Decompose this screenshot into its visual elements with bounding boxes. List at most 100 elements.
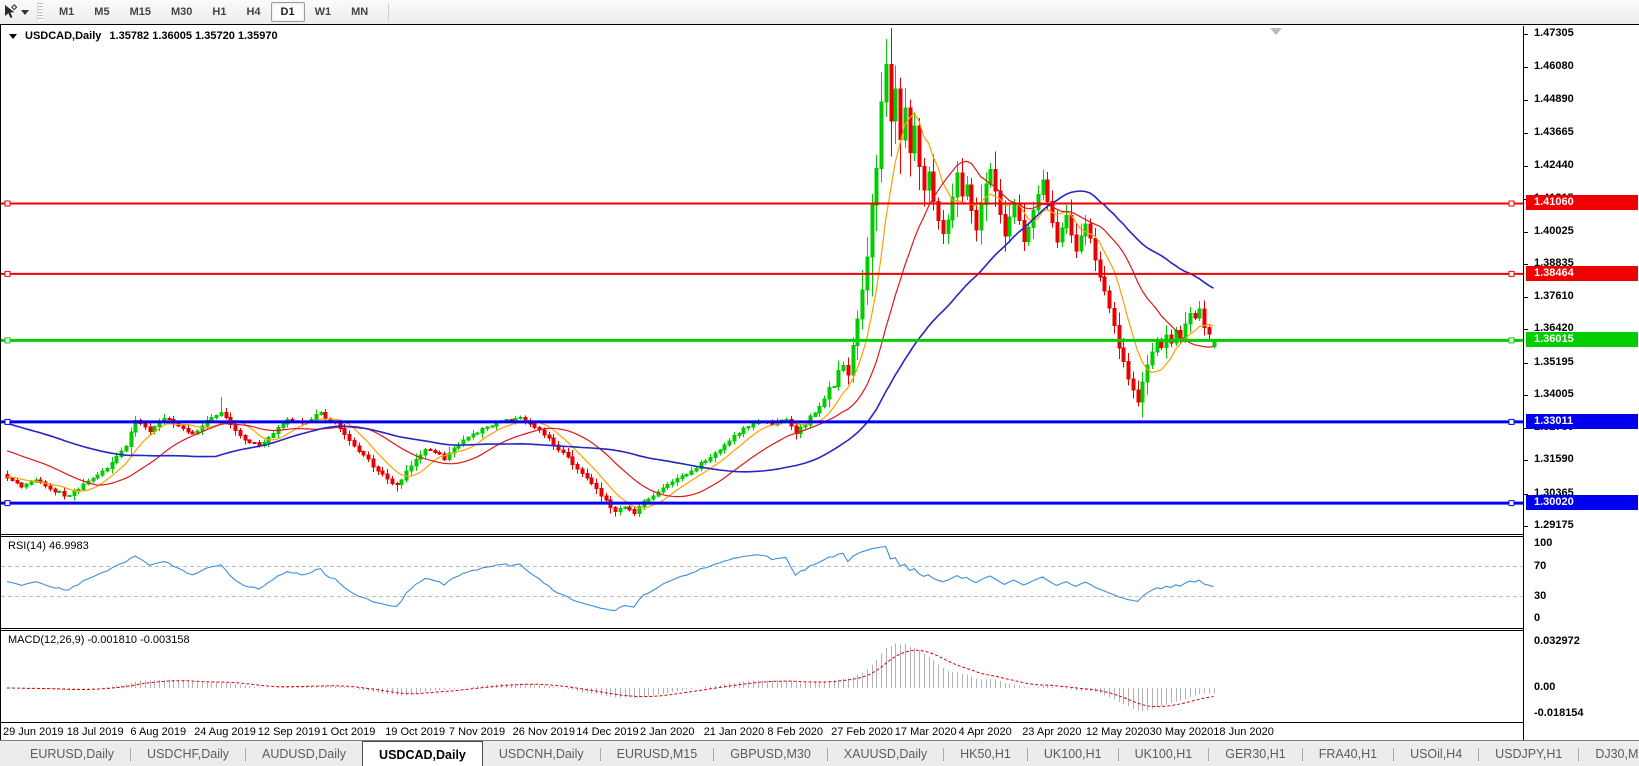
date-label: 27 Feb 2020 [831, 726, 893, 738]
chart-tab-usoil-h4[interactable]: USOil,H4 [1394, 741, 1478, 766]
chart-window: USDCAD,Daily 1.35782 1.36005 1.35720 1.3… [0, 24, 1639, 741]
axis-tick [1524, 526, 1528, 527]
chart-symbol-label: USDCAD,Daily [25, 30, 102, 42]
date-label: 30 May 2020 [1149, 726, 1214, 738]
axis-tick [1524, 264, 1528, 265]
hline-anchor[interactable] [4, 418, 11, 425]
date-label: 6 Aug 2019 [130, 726, 187, 738]
chart-tab-xauusd-daily[interactable]: XAUUSD,Daily [828, 741, 943, 766]
hline-anchor[interactable] [1508, 337, 1515, 344]
chart-tab-usdchf-daily[interactable]: USDCHF,Daily [131, 741, 245, 766]
timeframe-button-mn[interactable]: MN [341, 2, 378, 22]
hline-anchor[interactable] [4, 500, 11, 507]
price-tick-label: 1.34005 [1534, 388, 1574, 400]
pointer-tool-dropdown-icon[interactable] [21, 9, 29, 15]
date-label: 17 Mar 2020 [894, 726, 957, 738]
mt4-terminal: M1 M5 M15 M30 H1 H4 D1 W1 MN USDCAD,Daily 1.3578… [0, 0, 1639, 766]
hline-anchor[interactable] [4, 270, 11, 277]
macd-pane[interactable]: MACD(12,26,9) -0.001810 -0.003158 [1, 631, 1523, 722]
timeframe-button-m15[interactable]: M15 [120, 2, 161, 22]
chart-tab-usdcnh-daily[interactable]: USDCNH,Daily [483, 741, 600, 766]
axis-tick [1524, 67, 1528, 68]
hline-anchor[interactable] [4, 337, 11, 344]
level-price-box: 1.30020 [1526, 495, 1638, 510]
chart-title: USDCAD,Daily 1.35782 1.36005 1.35720 1.3… [9, 30, 278, 42]
rsi-axis-label: 0 [1534, 612, 1541, 624]
chart-tab-dj30-m15[interactable]: DJ30,M15 [1579, 741, 1639, 766]
price-tick-label: 1.46080 [1534, 60, 1574, 72]
candles [5, 27, 1217, 517]
candlestick-canvas [1, 27, 1523, 517]
hline-anchor[interactable] [1508, 418, 1515, 425]
date-axis: 29 Jun 2019 18 Jul 2019 6 Aug 2019 24 Aug 2… [1, 722, 1523, 741]
chart-tab-uk100-h1[interactable]: UK100,H1 [1028, 741, 1118, 766]
price-tick-label: 1.43665 [1534, 126, 1574, 138]
macd-canvas [7, 643, 1215, 712]
date-label: 21 Jan 2020 [703, 726, 765, 738]
macd-axis-label: -0.018154 [1534, 707, 1584, 719]
collapse-triangle-icon[interactable] [9, 33, 17, 39]
macd-signal-line [7, 649, 1214, 708]
chart-tab-hk50-h1[interactable]: HK50,H1 [944, 741, 1027, 766]
date-label: 18 Jul 2019 [66, 726, 124, 738]
chart-tabs: EURUSD,Daily USDCHF,Daily AUDUSD,Daily USDC… [0, 741, 1639, 766]
timeframe-button-w1[interactable]: W1 [305, 2, 342, 22]
timeframe-button-h4[interactable]: H4 [236, 2, 270, 22]
chart-shift-marker-icon[interactable] [1270, 28, 1282, 35]
price-tick-label: 1.35195 [1534, 356, 1574, 368]
price-tick-label: 1.40025 [1534, 225, 1574, 237]
date-label: 26 Nov 2019 [512, 726, 575, 738]
axis-tick [1524, 34, 1528, 35]
date-label: 29 Jun 2019 [3, 726, 64, 738]
date-label: 7 Nov 2019 [448, 726, 506, 738]
rsi-axis-label: 70 [1534, 560, 1547, 572]
price-tick-label: 1.31590 [1534, 453, 1574, 465]
rsi-axis-label: 30 [1534, 590, 1547, 602]
price-chart-pane[interactable]: USDCAD,Daily 1.35782 1.36005 1.35720 1.3… [1, 26, 1523, 534]
macd-axis-label: 0.032972 [1534, 635, 1580, 647]
timeframe-button-m30[interactable]: M30 [161, 2, 202, 22]
rsi-line [6, 546, 1214, 612]
chart-tab-eurusd-daily[interactable]: EURUSD,Daily [14, 741, 130, 766]
date-label: 1 Oct 2019 [321, 726, 376, 738]
hline-anchor[interactable] [1508, 500, 1515, 507]
chart-tab-audusd-daily[interactable]: AUDUSD,Daily [246, 741, 362, 766]
timeframe-button-d1[interactable]: D1 [270, 2, 305, 22]
chart-ohlc-quote: 1.35782 1.36005 1.35720 1.35970 [109, 30, 278, 42]
toolbar-grip[interactable] [37, 3, 43, 21]
timeframe-button-m1[interactable]: M1 [49, 2, 84, 22]
chart-tab-gbpusd-m30[interactable]: GBPUSD,M30 [714, 741, 827, 766]
rsi-label: RSI(14) 46.9983 [8, 540, 89, 552]
macd-axis-label: 0.00 [1534, 681, 1556, 693]
date-label: 12 May 2020 [1085, 726, 1150, 738]
price-axis: 1.473051.460801.448901.436651.424401.412… [1523, 26, 1639, 741]
price-tick-label: 1.47305 [1534, 27, 1574, 39]
pointer-arrow-icon [5, 4, 17, 18]
pointer-tool-icon[interactable] [1, 3, 19, 21]
rsi-pane[interactable]: RSI(14) 46.9983 [1, 537, 1523, 628]
date-label: 19 Oct 2019 [385, 726, 446, 738]
chart-tab-uk100-h1[interactable]: UK100,H1 [1119, 741, 1209, 766]
chart-tab-usdjpy-h1[interactable]: USDJPY,H1 [1479, 741, 1578, 766]
date-label: 8 Feb 2020 [767, 726, 824, 738]
rsi-canvas [1, 546, 1523, 612]
axis-tick [1524, 460, 1528, 461]
timeframe-button-m5[interactable]: M5 [84, 2, 119, 22]
date-label: 4 Apr 2020 [958, 726, 1012, 738]
chart-tab-eurusd-m15[interactable]: EURUSD,M15 [601, 741, 714, 766]
timeframe-button-h1[interactable]: H1 [202, 2, 236, 22]
hline-anchor[interactable] [1508, 200, 1515, 207]
hline-anchor[interactable] [1508, 270, 1515, 277]
chart-tab-fra40-h1[interactable]: FRA40,H1 [1303, 741, 1393, 766]
level-price-box: 1.33011 [1526, 414, 1638, 429]
level-price-box: 1.41060 [1526, 195, 1638, 210]
price-tick-label: 1.37610 [1534, 290, 1574, 302]
hline-anchor[interactable] [4, 200, 11, 207]
price-tick-label: 1.44890 [1534, 93, 1574, 105]
axis-tick [1524, 297, 1528, 298]
chart-tab-usdcad-daily[interactable]: USDCAD,Daily [362, 741, 483, 766]
axis-tick [1524, 395, 1528, 396]
price-tick-label: 1.29175 [1534, 519, 1574, 531]
chart-tab-ger30-h1[interactable]: GER30,H1 [1209, 741, 1301, 766]
axis-tick [1524, 363, 1528, 364]
